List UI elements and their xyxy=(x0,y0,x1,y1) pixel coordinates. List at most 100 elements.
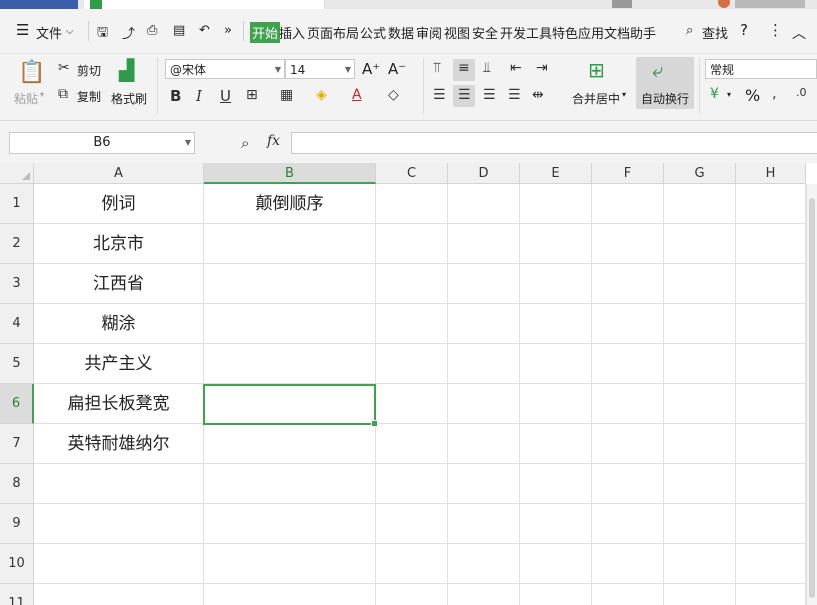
row-header-8[interactable]: 8 xyxy=(0,464,34,504)
decrease-indent-icon[interactable]: ⇤ xyxy=(510,60,522,76)
cell-h1[interactable] xyxy=(736,184,806,224)
cell-d2[interactable] xyxy=(448,224,520,264)
cell-e5[interactable] xyxy=(520,344,592,384)
cell-f6[interactable] xyxy=(592,384,664,424)
increase-decimal-icon[interactable]: .0 xyxy=(796,86,807,99)
cell-g11[interactable] xyxy=(664,584,736,605)
cell-h2[interactable] xyxy=(736,224,806,264)
cell-b4[interactable] xyxy=(204,304,376,344)
shrink-font-button[interactable]: A⁻ xyxy=(388,60,406,78)
tab-review[interactable]: 审阅 xyxy=(416,23,442,42)
cell-e4[interactable] xyxy=(520,304,592,344)
print-icon[interactable]: ⎙ xyxy=(147,23,157,38)
cell-h10[interactable] xyxy=(736,544,806,584)
row-header-2[interactable]: 2 xyxy=(0,224,34,264)
cell-d7[interactable] xyxy=(448,424,520,464)
cell-b8[interactable] xyxy=(204,464,376,504)
cell-f4[interactable] xyxy=(592,304,664,344)
row-header-6[interactable]: 6 xyxy=(0,384,34,424)
row-header-7[interactable]: 7 xyxy=(0,424,34,464)
cell-c1[interactable] xyxy=(376,184,448,224)
cell-d4[interactable] xyxy=(448,304,520,344)
active-cell-b6[interactable] xyxy=(203,384,378,427)
row-header-10[interactable]: 10 xyxy=(0,544,34,584)
cell-c7[interactable] xyxy=(376,424,448,464)
cell-f3[interactable] xyxy=(592,264,664,304)
tab-view[interactable]: 视图 xyxy=(444,23,470,42)
cell-style-icon[interactable]: ▦ xyxy=(280,87,293,103)
distributed-icon[interactable]: ⇹ xyxy=(532,87,544,103)
column-header-e[interactable]: E xyxy=(520,163,592,184)
justify-icon[interactable]: ☰ xyxy=(508,87,521,103)
cell-g4[interactable] xyxy=(664,304,736,344)
cell-g5[interactable] xyxy=(664,344,736,384)
cell-c10[interactable] xyxy=(376,544,448,584)
align-top-icon[interactable]: ⫪ xyxy=(433,60,441,76)
formula-input[interactable] xyxy=(291,132,817,154)
cell-d3[interactable] xyxy=(448,264,520,304)
column-header-b[interactable]: B xyxy=(204,163,376,184)
thousands-separator-icon[interactable]: ‚ xyxy=(772,86,776,102)
cell-h8[interactable] xyxy=(736,464,806,504)
cell-d11[interactable] xyxy=(448,584,520,605)
tab-home[interactable]: 开始 xyxy=(250,22,281,43)
cell-e8[interactable] xyxy=(520,464,592,504)
cell-e10[interactable] xyxy=(520,544,592,584)
cell-a7[interactable]: 英特耐雄纳尔 xyxy=(34,424,204,464)
cell-f10[interactable] xyxy=(592,544,664,584)
cell-d9[interactable] xyxy=(448,504,520,544)
cell-f8[interactable] xyxy=(592,464,664,504)
print-preview-icon[interactable]: ▤ xyxy=(173,23,185,38)
paste-button[interactable]: 粘贴 xyxy=(14,90,38,107)
search-icon[interactable]: ⌕ xyxy=(686,23,693,38)
column-header-a[interactable]: A xyxy=(34,163,204,184)
font-size-select[interactable]: 14 ▼ xyxy=(285,59,355,79)
scrollbar-thumb[interactable] xyxy=(809,198,815,598)
merge-center-button[interactable]: 合并居中 xyxy=(572,90,620,107)
cell-e6[interactable] xyxy=(520,384,592,424)
cell-h6[interactable] xyxy=(736,384,806,424)
cut-button[interactable]: 剪切 xyxy=(77,62,101,79)
chevron-down-icon[interactable]: ⌵ xyxy=(66,26,74,37)
account-name[interactable] xyxy=(735,0,805,8)
cell-h3[interactable] xyxy=(736,264,806,304)
format-painter-button[interactable]: 格式刷 xyxy=(111,90,147,107)
column-header-c[interactable]: C xyxy=(376,163,448,184)
tab-security[interactable]: 安全 xyxy=(472,23,498,42)
number-format-select[interactable]: 常规 xyxy=(705,59,817,79)
cell-e1[interactable] xyxy=(520,184,592,224)
align-bottom-icon[interactable]: ⫫ xyxy=(483,60,491,76)
cell-f5[interactable] xyxy=(592,344,664,384)
cell-a8[interactable] xyxy=(34,464,204,504)
align-left-icon[interactable]: ☰ xyxy=(433,87,446,103)
cell-a4[interactable]: 糊涂 xyxy=(34,304,204,344)
function-icon[interactable]: fx xyxy=(267,133,280,149)
cell-e11[interactable] xyxy=(520,584,592,605)
cell-a6[interactable]: 扁担长板凳宽 xyxy=(34,384,204,424)
cell-a5[interactable]: 共产主义 xyxy=(34,344,204,384)
zoom-icon[interactable]: ⌕ xyxy=(241,134,249,152)
name-box[interactable]: B6 ▼ xyxy=(9,132,195,154)
row-header-3[interactable]: 3 xyxy=(0,264,34,304)
wrap-text-button[interactable]: 自动换行 xyxy=(641,90,689,107)
currency-icon[interactable]: ¥ xyxy=(710,86,719,102)
tab-data[interactable]: 数据 xyxy=(388,23,414,42)
font-name-select[interactable]: @宋体 ▼ xyxy=(165,59,285,79)
cell-h11[interactable] xyxy=(736,584,806,605)
save-icon[interactable]: 🖫 xyxy=(97,23,108,45)
window-control[interactable] xyxy=(612,0,632,8)
row-header-9[interactable]: 9 xyxy=(0,504,34,544)
underline-icon[interactable]: U xyxy=(220,87,231,105)
tab-page-layout[interactable]: 页面布局 xyxy=(307,23,359,42)
cell-b1[interactable]: 颠倒顺序 xyxy=(204,184,376,224)
row-header-11[interactable]: 11 xyxy=(0,584,34,605)
copy-button[interactable]: 复制 xyxy=(77,88,101,105)
border-icon[interactable]: ⊞ xyxy=(246,87,258,103)
select-all-corner[interactable] xyxy=(0,163,34,184)
cell-c9[interactable] xyxy=(376,504,448,544)
font-color-icon[interactable]: A xyxy=(352,87,362,103)
cell-b2[interactable] xyxy=(204,224,376,264)
cell-d6[interactable] xyxy=(448,384,520,424)
cell-g10[interactable] xyxy=(664,544,736,584)
fill-handle[interactable] xyxy=(371,420,378,427)
